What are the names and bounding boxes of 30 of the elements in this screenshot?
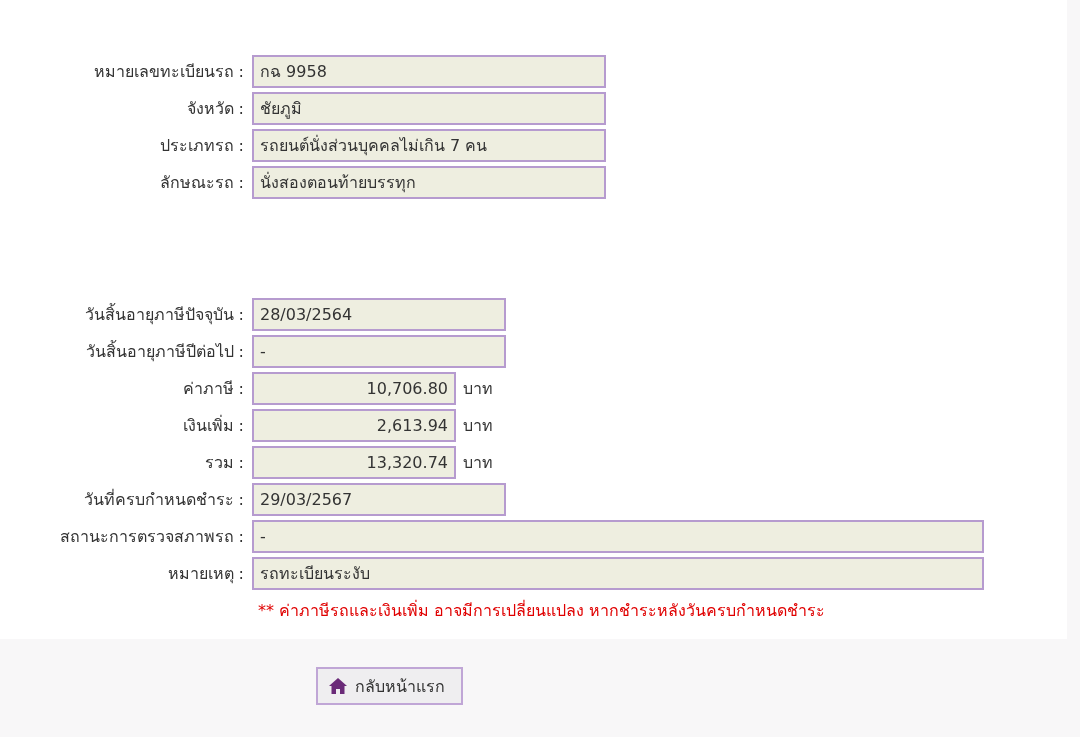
text-field[interactable]: นั่งสองตอนท้ายบรรทุก [252, 166, 606, 199]
field-label: หมายเลขทะเบียนรถ : [92, 61, 245, 83]
unit-label: บาท [463, 452, 493, 474]
text-field[interactable]: - [252, 335, 506, 368]
text-field[interactable]: 28/03/2564 [252, 298, 506, 331]
field-label: วันที่ครบกำหนดชำระ : [82, 488, 245, 511]
text-field[interactable]: ชัยภูมิ [252, 92, 606, 125]
unit-label: บาท [463, 378, 493, 400]
field-label: วันสิ้นอายุภาษีปีต่อไป : [84, 339, 245, 364]
warning-note: ** ค่าภาษีรถและเงินเพิ่ม อาจมีการเปลี่ยนแปลง หากชำระหลังวันครบกำหนดชำระ [257, 599, 826, 622]
field-label: ค่าภาษี : [181, 378, 245, 400]
text-field[interactable]: - [252, 520, 984, 553]
text-field[interactable]: 29/03/2567 [252, 483, 506, 516]
field-label: หมายเหตุ : [166, 563, 245, 586]
unit-label: บาท [463, 415, 493, 437]
field-label: สถานะการตรวจสภาพรถ : [58, 526, 245, 548]
field-label: ประเภทรถ : [158, 135, 245, 157]
text-field[interactable]: รถยนต์นั่งส่วนบุคคลไม่เกิน 7 คน [252, 129, 606, 162]
field-label: วันสิ้นอายุภาษีปัจจุบัน : [83, 302, 245, 327]
back-home-button[interactable]: กลับหน้าแรก [316, 667, 463, 705]
text-field[interactable]: กฉ 9958 [252, 55, 606, 88]
text-field[interactable]: 10,706.80 [252, 372, 456, 405]
field-label: รวม : [203, 452, 245, 474]
home-icon [329, 678, 347, 694]
field-label: ลักษณะรถ : [158, 172, 245, 194]
field-label: เงินเพิ่ม : [181, 414, 245, 437]
text-field[interactable]: 2,613.94 [252, 409, 456, 442]
text-field[interactable]: 13,320.74 [252, 446, 456, 479]
text-field[interactable]: รถทะเบียนระงับ [252, 557, 984, 590]
field-label: จังหวัด : [185, 98, 245, 120]
